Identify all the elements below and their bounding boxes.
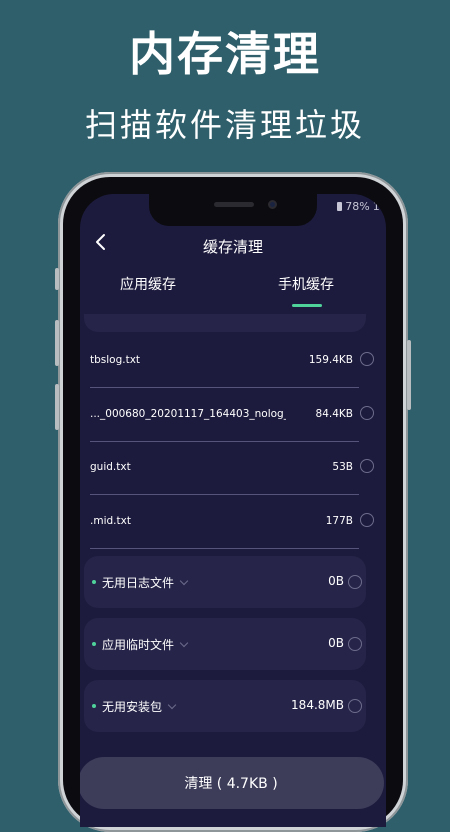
volume-up-button — [55, 320, 59, 366]
select-radio[interactable] — [348, 699, 362, 713]
select-radio[interactable] — [348, 637, 362, 651]
category-card-collapsed-edge — [84, 314, 366, 332]
active-tab-indicator — [292, 304, 322, 307]
category-size: 0B — [328, 636, 344, 650]
file-row[interactable]: guid.txt 53B — [90, 441, 376, 495]
file-row[interactable]: tbslog.txt 159.4KB — [90, 334, 376, 388]
file-name: ..._000680_20201117_164403_nolog_fs_obfs… — [90, 408, 286, 420]
volume-down-button — [55, 384, 59, 430]
file-name: .mid.txt — [90, 515, 131, 527]
clean-button[interactable]: 清理 ( 4.7KB ) — [80, 757, 384, 809]
chevron-down-icon — [167, 700, 177, 710]
file-name: tbslog.txt — [90, 354, 141, 366]
select-radio[interactable] — [360, 459, 374, 473]
bullet-dot — [92, 642, 96, 646]
select-radio[interactable] — [348, 575, 362, 589]
category-size: 0B — [328, 574, 344, 588]
tab-phone-cache[interactable]: 手机缓存 — [278, 274, 334, 294]
file-row[interactable]: .mid.txt 177B — [90, 495, 376, 549]
file-row[interactable]: ..._000680_20201117_164403_nolog_fs_obfs… — [90, 388, 376, 442]
category-label-text: 应用临时文件 — [102, 638, 175, 652]
page-title: 缓存清理 — [202, 238, 263, 256]
category-label-text: 无用安装包 — [102, 700, 163, 714]
camera-icon — [268, 200, 277, 209]
speaker-grille — [214, 202, 254, 207]
file-size: 159.4KB — [308, 354, 353, 366]
category-size: 184.8MB — [291, 698, 344, 712]
chevron-down-icon — [179, 576, 189, 586]
app-screen: 78% 1( 缓存清理 应用缓存 手机缓存 tbslog.txt 159.4KB… — [80, 194, 386, 827]
tab-app-cache[interactable]: 应用缓存 — [120, 274, 176, 294]
nav-bar: 缓存清理 — [80, 228, 386, 264]
phone-frame: 78% 1( 缓存清理 应用缓存 手机缓存 tbslog.txt 159.4KB… — [55, 172, 411, 832]
file-size: 53B — [332, 461, 353, 473]
category-card-temp-files[interactable]: 应用临时文件 0B — [84, 618, 366, 670]
mute-switch — [55, 268, 59, 290]
bullet-dot — [92, 704, 96, 708]
promo-title: 内存清理 — [129, 27, 321, 81]
tab-bar: 应用缓存 手机缓存 — [80, 268, 386, 308]
file-size: 84.4KB — [315, 408, 353, 420]
category-label: 应用临时文件 — [102, 636, 189, 653]
battery-icon — [337, 202, 343, 211]
category-label-text: 无用日志文件 — [102, 576, 175, 590]
row-divider — [90, 548, 359, 549]
category-label: 无用日志文件 — [102, 574, 189, 591]
file-name: guid.txt — [90, 461, 131, 473]
chevron-down-icon — [179, 638, 189, 648]
bullet-dot — [92, 580, 96, 584]
file-size: 177B — [325, 515, 353, 527]
battery-level: 78% — [345, 200, 370, 213]
category-card-useless-packages[interactable]: 无用安装包 184.8MB — [84, 680, 366, 732]
power-button — [407, 340, 411, 410]
category-card-useless-logs[interactable]: 无用日志文件 0B — [84, 556, 366, 608]
phone-bezel: 78% 1( 缓存清理 应用缓存 手机缓存 tbslog.txt 159.4KB… — [63, 177, 403, 827]
select-radio[interactable] — [360, 406, 374, 420]
category-label: 无用安装包 — [102, 698, 177, 715]
select-radio[interactable] — [360, 513, 374, 527]
clock-fragment: 1( — [372, 200, 384, 213]
select-radio[interactable] — [360, 352, 374, 366]
status-bar: 78% 1( — [337, 200, 384, 213]
notch — [149, 194, 317, 226]
promo-subtitle: 扫描软件清理垃圾 — [84, 106, 365, 144]
